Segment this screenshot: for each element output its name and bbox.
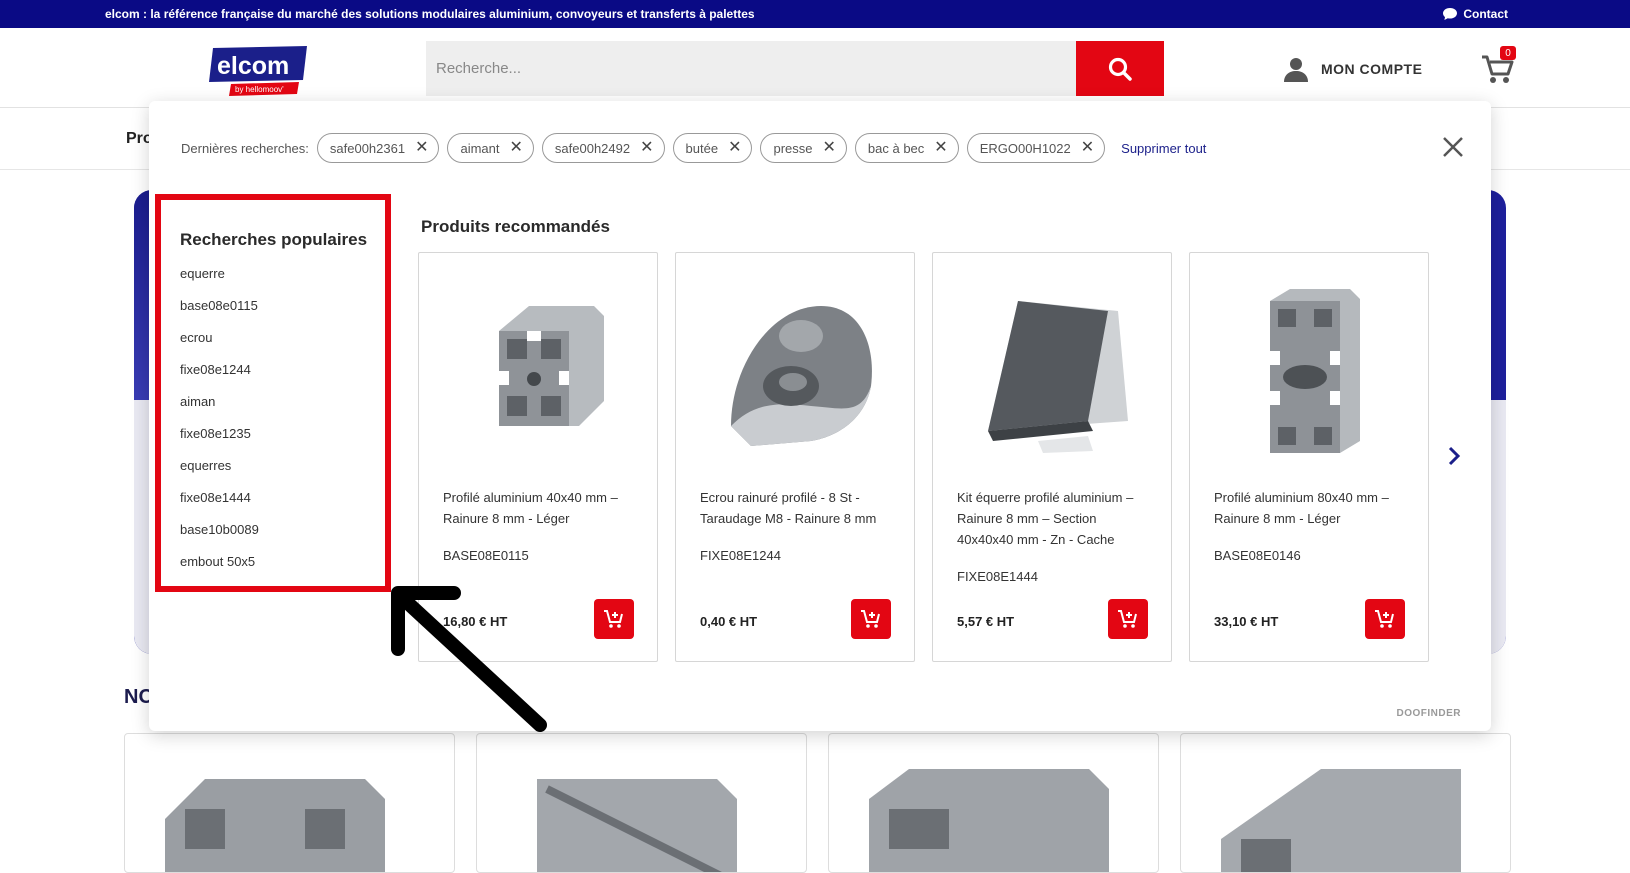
cart-count-badge: 0	[1500, 46, 1516, 60]
product-price: 0,40 € HT	[700, 614, 758, 629]
product-image	[696, 271, 896, 471]
recent-searches: Dernières recherches: safe00h2361 ✕ aiman…	[181, 133, 1206, 163]
recent-searches-label: Dernières recherches:	[181, 140, 309, 156]
cart-plus-icon	[1375, 610, 1394, 628]
banner-message: elcom : la référence française du marché…	[105, 7, 755, 21]
top-banner: elcom : la référence française du marché…	[0, 0, 1630, 28]
search-button[interactable]	[1076, 41, 1164, 96]
chip-label: bac à bec	[867, 140, 925, 156]
product-reference: BASE08E0146	[1214, 548, 1301, 563]
product-reference: BASE08E0115	[443, 548, 529, 563]
add-to-cart-button[interactable]	[851, 599, 891, 639]
product-tile[interactable]	[476, 733, 807, 873]
product-image	[537, 779, 737, 872]
search-dropdown: Dernières recherches: safe00h2361 ✕ aiman…	[149, 101, 1491, 731]
product-name[interactable]: Kit équerre profilé aluminium – Rainure …	[957, 487, 1152, 550]
close-icon[interactable]	[1441, 135, 1465, 159]
search-bar	[426, 41, 1164, 96]
search-icon	[1108, 57, 1132, 81]
product-image	[1210, 271, 1410, 471]
product-card[interactable]: Profilé aluminium 80x40 mm – Rainure 8 m…	[1189, 252, 1429, 662]
remove-icon[interactable]: ✕	[640, 140, 653, 156]
add-to-cart-button[interactable]	[1108, 599, 1148, 639]
product-tile[interactable]	[1180, 733, 1511, 873]
recent-search-chip[interactable]: ERGO00H1022 ✕	[966, 133, 1106, 163]
profile-80x40-image	[1270, 289, 1360, 453]
product-image	[1221, 769, 1461, 872]
groove-nut-image	[731, 306, 872, 446]
product-reference: FIXE08E1444	[957, 569, 1038, 584]
product-card[interactable]: Kit équerre profilé aluminium – Rainure …	[932, 252, 1172, 662]
account-link[interactable]: MON COMPTE	[1283, 56, 1422, 82]
remove-icon[interactable]: ✕	[728, 140, 741, 156]
chip-label: butée	[685, 140, 719, 156]
profile-40x40-image	[499, 306, 604, 426]
site-header: elcom by hellomoov' MON COMPTE 0	[0, 28, 1630, 108]
recent-search-chip[interactable]: aimant ✕	[447, 133, 534, 163]
product-image	[439, 271, 639, 471]
clear-all-link[interactable]: Supprimer tout	[1121, 141, 1206, 156]
cart-plus-icon	[604, 610, 623, 628]
recent-search-chip[interactable]: presse ✕	[760, 133, 847, 163]
product-card[interactable]: Ecrou rainuré profilé - 8 St - Taraudage…	[675, 252, 915, 662]
product-price: 5,57 € HT	[957, 614, 1015, 629]
contact-label: Contact	[1463, 7, 1508, 21]
cart-plus-icon	[1118, 610, 1137, 628]
recommended-products: Profilé aluminium 40x40 mm – Rainure 8 m…	[418, 252, 1429, 662]
product-reference: FIXE08E1244	[700, 548, 781, 563]
add-to-cart-button[interactable]	[594, 599, 634, 639]
account-label: MON COMPTE	[1321, 61, 1423, 77]
chip-label: ERGO00H1022	[979, 140, 1071, 156]
product-tile[interactable]	[828, 733, 1159, 873]
product-tile[interactable]	[124, 733, 455, 873]
chip-label: aimant	[460, 140, 500, 156]
chevron-right-icon[interactable]	[1442, 444, 1466, 468]
svg-text:elcom: elcom	[217, 52, 289, 80]
recent-search-chip[interactable]: butée ✕	[672, 133, 753, 163]
product-price: 33,10 € HT	[1214, 614, 1279, 629]
product-name[interactable]: Profilé aluminium 40x40 mm – Rainure 8 m…	[443, 487, 638, 529]
annotation-highlight-box	[155, 194, 391, 592]
product-image	[165, 779, 385, 872]
svg-text:by hellomoov': by hellomoov'	[235, 85, 284, 94]
product-image	[953, 271, 1153, 471]
product-name[interactable]: Profilé aluminium 80x40 mm – Rainure 8 m…	[1214, 487, 1409, 529]
elcom-logo[interactable]: elcom by hellomoov'	[207, 44, 311, 96]
annotation-arrow-icon	[391, 586, 547, 732]
search-input[interactable]	[426, 41, 1076, 96]
chip-label: safe00h2361	[329, 140, 406, 156]
remove-icon[interactable]: ✕	[934, 140, 947, 156]
remove-icon[interactable]: ✕	[510, 140, 523, 156]
remove-icon[interactable]: ✕	[1081, 140, 1094, 156]
recommended-products-title: Produits recommandés	[421, 217, 610, 236]
remove-icon[interactable]: ✕	[415, 140, 428, 156]
recent-search-chip[interactable]: bac à bec ✕	[854, 133, 959, 163]
chat-icon	[1443, 8, 1458, 20]
chip-label: presse	[773, 140, 813, 156]
doofinder-brand: DOOFINDER	[1396, 708, 1461, 719]
cart-button[interactable]: 0	[1480, 46, 1516, 84]
cart-plus-icon	[861, 610, 880, 628]
contact-link[interactable]: Contact	[1442, 7, 1508, 21]
product-name[interactable]: Ecrou rainuré profilé - 8 St - Taraudage…	[700, 487, 895, 529]
recent-search-chip[interactable]: safe00h2492 ✕	[541, 133, 665, 163]
add-to-cart-button[interactable]	[1365, 599, 1405, 639]
user-icon	[1284, 58, 1308, 82]
product-image	[869, 769, 1109, 872]
recent-search-chip[interactable]: safe00h2361 ✕	[316, 133, 440, 163]
remove-icon[interactable]: ✕	[823, 140, 836, 156]
angle-bracket-image	[988, 301, 1128, 453]
chip-label: safe00h2492	[554, 140, 631, 156]
